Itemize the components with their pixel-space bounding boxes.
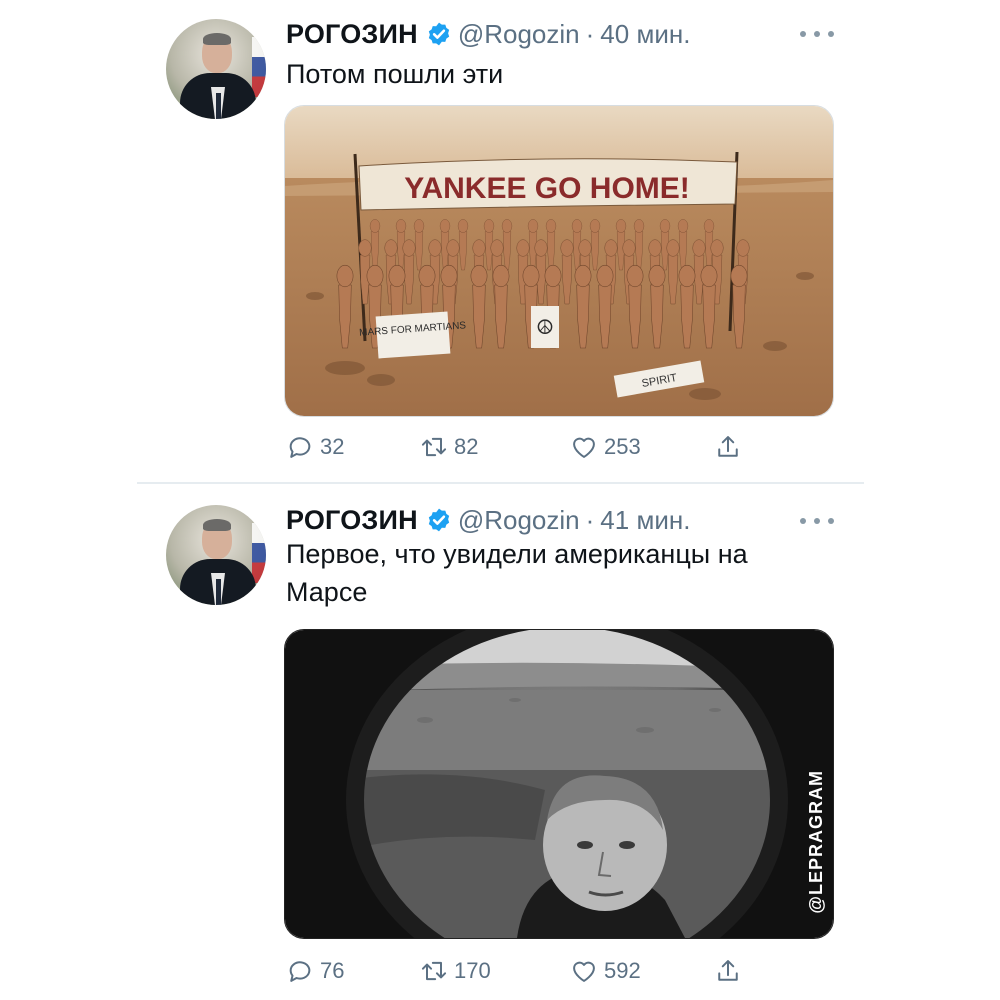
reply-icon (289, 437, 311, 458)
reply-button[interactable]: 32 (286, 430, 344, 464)
share-icon (718, 960, 738, 981)
tweet-2[interactable]: РОГОЗИН @Rogozin · 41 мин. Первое, что у… (0, 484, 1000, 1000)
author-handle[interactable]: @Rogozin (458, 505, 580, 536)
tweet-image[interactable]: @LEPRAGRAM (284, 629, 834, 939)
share-button[interactable] (714, 954, 742, 988)
separator-dot: · (585, 18, 595, 49)
share-button[interactable] (714, 430, 742, 464)
reply-icon (289, 961, 311, 982)
banner-text: YANKEE GO HOME! (404, 172, 690, 205)
author-name[interactable]: РОГОЗИН (286, 19, 418, 50)
tweet-timestamp[interactable]: 40 мин. (600, 19, 690, 50)
reply-count: 32 (320, 434, 345, 459)
separator-dot: · (585, 504, 595, 535)
verified-badge-icon (428, 22, 450, 46)
verified-badge-icon (428, 508, 450, 532)
tweet-text: Первое, что увидели американцы на Марсе (286, 539, 748, 607)
retweet-icon (421, 437, 447, 457)
retweet-count: 170 (454, 958, 491, 983)
reply-button[interactable]: 76 (286, 954, 344, 988)
author-name[interactable]: РОГОЗИН (286, 505, 418, 536)
tweet-actions: 32 82 253 (286, 430, 756, 464)
share-icon (718, 436, 738, 457)
tweet-image[interactable]: YANKEE GO HOME! MARS FOR MARTIANS ☮ SPIR… (284, 105, 834, 417)
like-count: 592 (604, 958, 641, 983)
mars-camera-photo (285, 630, 833, 938)
tweet-header: РОГОЗИН @Rogozin · 41 мин. (286, 502, 690, 538)
like-button[interactable]: 253 (570, 430, 641, 464)
tweet-actions: 76 170 592 (286, 954, 756, 988)
retweet-button[interactable]: 170 (420, 954, 491, 988)
tweet-text: Потом пошли эти (286, 59, 504, 89)
tweet-timestamp[interactable]: 41 мин. (600, 505, 690, 536)
heart-icon (573, 961, 595, 982)
like-count: 253 (604, 434, 641, 459)
more-options-icon[interactable] (800, 514, 834, 528)
watermark-text: @LEPRAGRAM (806, 770, 826, 914)
like-button[interactable]: 592 (570, 954, 641, 988)
flag-graphic (252, 37, 266, 97)
reply-count: 76 (320, 958, 345, 983)
more-options-icon[interactable] (800, 27, 834, 41)
heart-icon (573, 437, 595, 458)
author-avatar[interactable] (166, 19, 266, 119)
author-handle[interactable]: @Rogozin (458, 19, 580, 50)
peace-sign: ☮ (536, 315, 554, 339)
tweet-1[interactable]: РОГОЗИН @Rogozin · 40 мин. Потом пошли э… (0, 0, 1000, 482)
flag-graphic (252, 523, 266, 583)
retweet-count: 82 (454, 434, 479, 459)
retweet-button[interactable]: 82 (420, 430, 478, 464)
author-avatar[interactable] (166, 505, 266, 605)
retweet-icon (421, 961, 447, 981)
aliens-on-mars-photo: YANKEE GO HOME! MARS FOR MARTIANS ☮ SPIR… (285, 106, 833, 416)
tweet-header: РОГОЗИН @Rogozin · 40 мин. (286, 16, 690, 52)
